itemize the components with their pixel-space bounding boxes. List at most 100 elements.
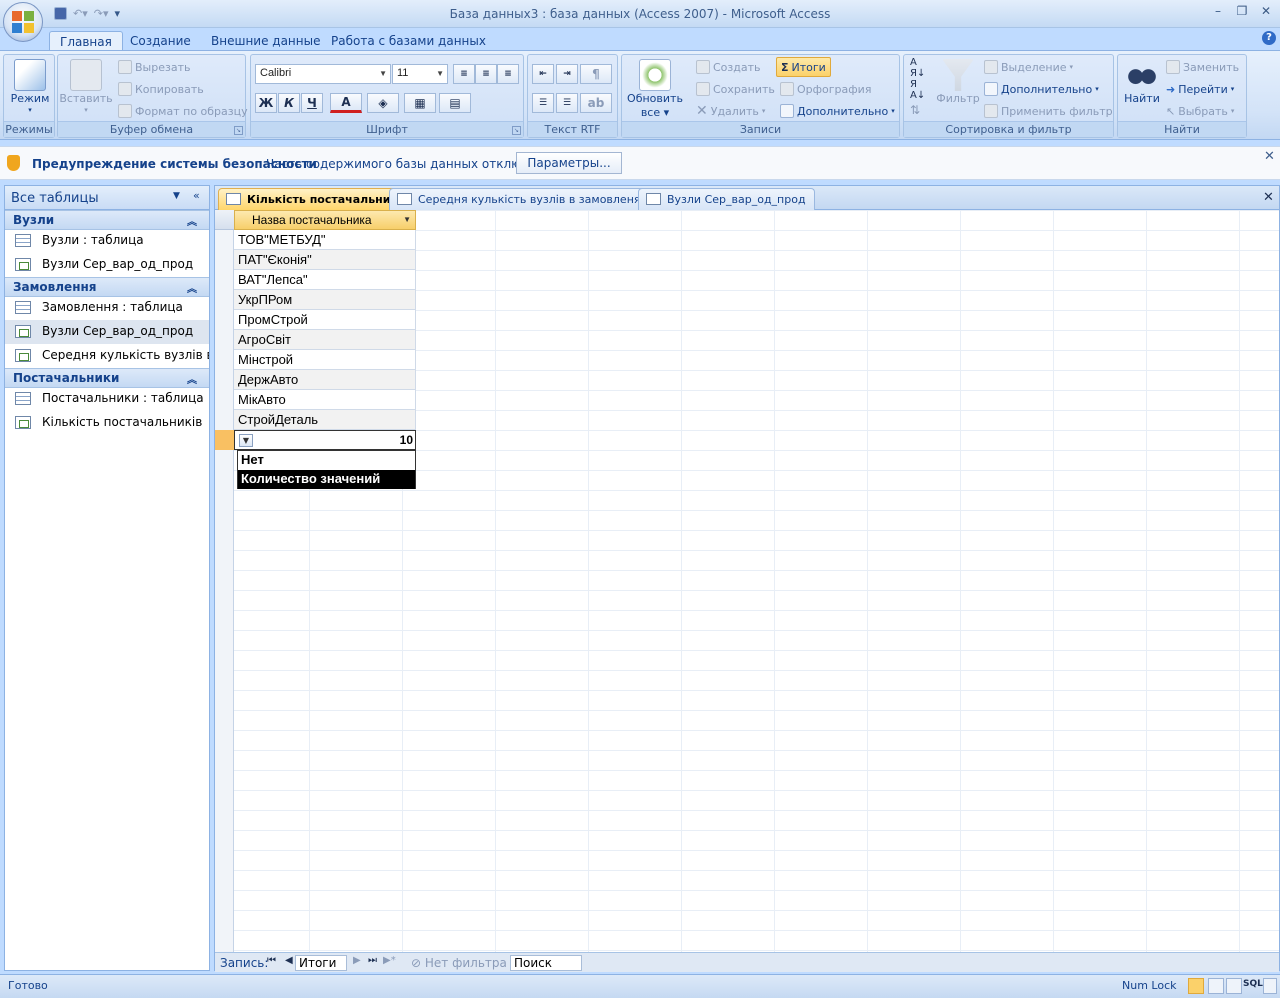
font-color-button[interactable]: A bbox=[330, 93, 362, 113]
italic-button[interactable]: К bbox=[278, 93, 300, 113]
clear-sort-icon[interactable]: ⇅ bbox=[910, 103, 920, 117]
cut-button[interactable]: Вырезать bbox=[118, 57, 190, 77]
collapse-pane-icon[interactable]: « bbox=[193, 189, 200, 202]
goto-button[interactable]: ➜ Перейти ▾ bbox=[1166, 79, 1234, 99]
selection-filter-button[interactable]: Выделение ▾ bbox=[984, 57, 1073, 77]
copy-button[interactable]: Копировать bbox=[118, 79, 204, 99]
new-record-icon[interactable]: ▶* bbox=[383, 955, 396, 966]
nav-item[interactable]: Кількість постачальників bbox=[5, 411, 209, 435]
doc-tab-vuzly-ser-var[interactable]: Вузли Сер_вар_од_прод bbox=[638, 188, 815, 210]
nav-item[interactable]: Замовлення : таблица bbox=[5, 296, 209, 320]
dropdown-option-count[interactable]: Количество значений bbox=[238, 470, 415, 489]
tab-external-data[interactable]: Внешние данные bbox=[201, 31, 330, 51]
sql-view-icon[interactable]: SQL bbox=[1243, 979, 1263, 989]
last-record-icon[interactable]: ⏭ bbox=[368, 955, 377, 966]
table-row[interactable]: МікАвто bbox=[234, 390, 416, 410]
table-row[interactable]: Мінстрой bbox=[234, 350, 416, 370]
refresh-all-button[interactable]: Обновить все ▾ bbox=[624, 59, 686, 119]
table-row[interactable]: ПАТ"Єконія" bbox=[234, 250, 416, 270]
office-button[interactable] bbox=[3, 2, 43, 42]
column-header-nazva[interactable]: Назва постачальника ▼ bbox=[234, 210, 416, 230]
advanced-filter-button[interactable]: Дополнительно ▾ bbox=[984, 79, 1099, 99]
bold-button[interactable]: Ж bbox=[255, 93, 277, 113]
table-row[interactable]: ПромСтрой bbox=[234, 310, 416, 330]
doc-tab-kilkist-postachalnykiv[interactable]: Кількість постачальників bbox=[218, 188, 418, 210]
highlight-icon[interactable]: ab bbox=[580, 93, 612, 113]
nav-item-selected[interactable]: Вузли Сер_вар_од_прод bbox=[5, 320, 209, 344]
nav-item[interactable]: Середня кулькість вузлів в з... bbox=[5, 344, 209, 368]
view-button[interactable]: Режим ▾ bbox=[8, 59, 52, 114]
nav-item[interactable]: Вузли Сер_вар_од_прод bbox=[5, 253, 209, 277]
nav-item[interactable]: Постачальники : таблица bbox=[5, 387, 209, 411]
nav-item[interactable]: Вузли : таблица bbox=[5, 229, 209, 253]
close-document-icon[interactable]: ✕ bbox=[1263, 190, 1274, 205]
pivot-table-view-icon[interactable] bbox=[1208, 978, 1224, 994]
datasheet-view-icon[interactable] bbox=[1188, 978, 1204, 994]
more-records-button[interactable]: Дополнительно ▾ bbox=[780, 101, 895, 121]
select-button[interactable]: ↖ Выбрать ▾ bbox=[1166, 101, 1234, 121]
tab-database-tools[interactable]: Работа с базами данных bbox=[321, 31, 496, 51]
search-input[interactable]: Поиск bbox=[510, 955, 582, 971]
undo-icon[interactable]: ↶▾ bbox=[73, 7, 88, 20]
align-center-icon[interactable]: ≡ bbox=[475, 64, 497, 84]
current-record-field[interactable]: Итоги bbox=[295, 955, 347, 971]
alternate-fill-icon[interactable]: ▤ bbox=[439, 93, 471, 113]
increase-indent-icon[interactable]: ⇥ bbox=[556, 64, 578, 84]
new-record-button[interactable]: Создать bbox=[696, 57, 761, 77]
find-button[interactable]: Найти bbox=[1120, 59, 1164, 105]
chevron-down-icon[interactable]: ▼ bbox=[403, 215, 411, 224]
paragraph-icon[interactable]: ¶ bbox=[580, 64, 612, 84]
sort-descending-icon[interactable]: Я A↓ bbox=[910, 79, 925, 101]
dropdown-option-none[interactable]: Нет bbox=[238, 451, 415, 470]
filter-status[interactable]: ⊘ Нет фильтра bbox=[411, 956, 507, 970]
dialog-launcher-icon[interactable]: ↘ bbox=[234, 126, 243, 135]
table-row[interactable]: ДержАвто bbox=[234, 370, 416, 390]
doc-tab-serednia-kulkist[interactable]: Середня кулькість вузлів в замовленях bbox=[389, 188, 657, 210]
font-size-select[interactable]: 11 ▼ bbox=[392, 64, 448, 84]
font-name-select[interactable]: Calibri ▼ bbox=[255, 64, 391, 84]
filter-button[interactable]: Фильтр bbox=[936, 59, 980, 105]
redo-icon[interactable]: ↷▾ bbox=[94, 7, 109, 20]
tab-create[interactable]: Создание bbox=[120, 31, 201, 51]
totals-row[interactable]: ▼ 10 bbox=[234, 430, 416, 450]
close-message-bar-icon[interactable]: ✕ bbox=[1264, 149, 1275, 164]
select-all-corner[interactable] bbox=[215, 210, 234, 230]
totals-button[interactable]: Σ Итоги bbox=[776, 57, 831, 77]
decrease-indent-icon[interactable]: ⇤ bbox=[532, 64, 554, 84]
save-record-button[interactable]: Сохранить bbox=[696, 79, 775, 99]
delete-record-button[interactable]: ✕ Удалить ▾ bbox=[696, 101, 765, 121]
save-icon[interactable] bbox=[54, 6, 67, 20]
gridlines-icon[interactable]: ▦ bbox=[404, 93, 436, 113]
nav-group-postachalnyky[interactable]: Постачальники ︽ bbox=[5, 368, 209, 388]
help-icon[interactable]: ? bbox=[1262, 31, 1276, 45]
nav-pane-header[interactable]: Все таблицы ▼ « bbox=[5, 186, 209, 210]
table-row[interactable]: УкрПРом bbox=[234, 290, 416, 310]
close-button[interactable]: ✕ bbox=[1255, 4, 1277, 22]
dialog-launcher-icon[interactable]: ↘ bbox=[512, 126, 521, 135]
customize-qat-icon[interactable]: ▾ bbox=[115, 7, 121, 20]
underline-button[interactable]: Ч bbox=[301, 93, 323, 113]
align-right-icon[interactable]: ≡ bbox=[497, 64, 519, 84]
design-view-icon[interactable] bbox=[1263, 978, 1277, 994]
first-record-icon[interactable]: ⏮ bbox=[267, 955, 276, 966]
bullet-list-icon[interactable]: ☰ bbox=[556, 93, 578, 113]
minimize-button[interactable]: – bbox=[1207, 4, 1229, 22]
maximize-button[interactable]: ❐ bbox=[1231, 4, 1253, 22]
options-button[interactable]: Параметры... bbox=[516, 152, 622, 174]
apply-filter-button[interactable]: Применить фильтр bbox=[984, 101, 1113, 121]
pivot-chart-view-icon[interactable] bbox=[1226, 978, 1242, 994]
chevron-down-icon[interactable]: ▼ bbox=[239, 434, 253, 447]
table-row[interactable]: СтройДеталь bbox=[234, 410, 416, 430]
fill-color-icon[interactable]: ◈ bbox=[367, 93, 399, 113]
spelling-button[interactable]: Орфография bbox=[780, 79, 871, 99]
numbered-list-icon[interactable]: ☰ bbox=[532, 93, 554, 113]
tab-home[interactable]: Главная bbox=[49, 31, 123, 52]
table-row[interactable]: ТОВ"МЕТБУД" bbox=[234, 230, 416, 250]
format-painter-button[interactable]: Формат по образцу bbox=[118, 101, 248, 121]
prev-record-icon[interactable]: ◀ bbox=[285, 955, 293, 966]
chevron-down-icon[interactable]: ▼ bbox=[173, 191, 180, 201]
nav-group-zamovlennia[interactable]: Замовлення ︽ bbox=[5, 277, 209, 297]
align-left-icon[interactable]: ≡ bbox=[453, 64, 475, 84]
replace-button[interactable]: Заменить bbox=[1166, 57, 1239, 77]
nav-group-vuzly[interactable]: Вузли ︽ bbox=[5, 210, 209, 230]
